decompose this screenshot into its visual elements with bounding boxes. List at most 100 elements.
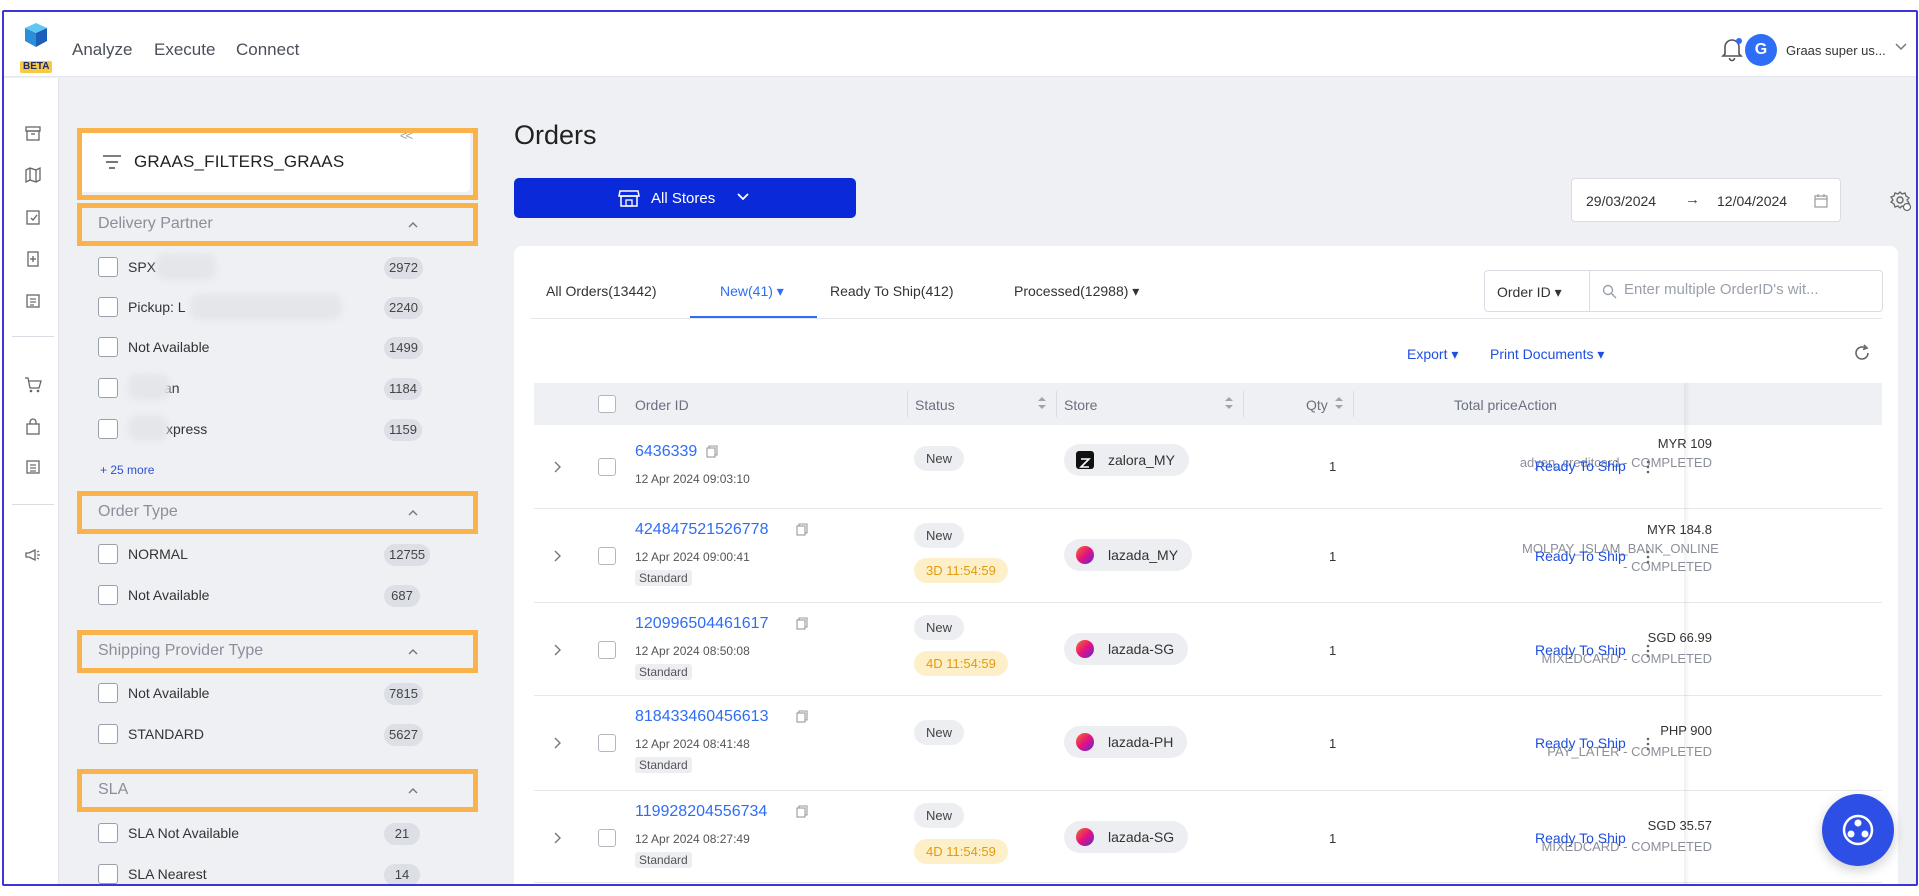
checkbox[interactable] <box>98 419 118 439</box>
filter-option[interactable]: NORMAL 12755 <box>98 543 431 567</box>
option-label: SLA Nearest <box>128 866 207 882</box>
row-checkbox[interactable] <box>598 458 616 476</box>
megaphone-icon[interactable] <box>24 546 42 564</box>
table-row[interactable]: 120996504461617 12 Apr 2024 08:50:08 Sta… <box>534 603 1882 696</box>
filter-option[interactable]: SPX 2972 <box>98 256 428 280</box>
checkbox[interactable] <box>98 297 118 317</box>
order-id-link[interactable]: 424847521526778 <box>635 521 768 539</box>
row-checkbox[interactable] <box>598 829 616 847</box>
filter-option[interactable]: Not Available 687 <box>98 584 428 608</box>
avatar[interactable]: G <box>1745 34 1777 66</box>
nav-execute[interactable]: Execute <box>154 40 215 60</box>
settings-gear-icon[interactable] <box>1890 190 1912 212</box>
nav-analyze[interactable]: Analyze <box>72 40 132 60</box>
date-range-picker[interactable]: 29/03/2024 → 12/04/2024 <box>1571 178 1841 222</box>
assistant-chat-button[interactable] <box>1822 794 1894 866</box>
select-all-checkbox[interactable] <box>598 395 616 413</box>
more-options-icon[interactable] <box>1646 644 1650 658</box>
sort-icon[interactable] <box>1334 395 1344 411</box>
table-row[interactable]: 6436339 12 Apr 2024 09:03:10 New zalora_… <box>534 425 1882 509</box>
ready-to-ship-button[interactable]: Ready To Ship <box>1535 642 1626 658</box>
show-more-link[interactable]: + 25 more <box>100 463 154 477</box>
table-row[interactable]: 119928204556734 12 Apr 2024 08:27:49 Sta… <box>534 791 1882 883</box>
checkbox[interactable] <box>98 724 118 744</box>
search-input[interactable] <box>1624 281 1874 298</box>
row-checkbox[interactable] <box>598 641 616 659</box>
checkbox[interactable] <box>98 823 118 843</box>
checkbox[interactable] <box>98 544 118 564</box>
report-icon[interactable] <box>24 458 42 476</box>
col-total-price[interactable]: Total price <box>1454 397 1518 413</box>
chevron-right-icon[interactable] <box>552 460 562 474</box>
col-order-id[interactable]: Order ID <box>635 397 689 413</box>
order-id-link[interactable]: 119928204556734 <box>635 803 767 821</box>
app-frame: BETA Analyze Execute Connect G Graas sup… <box>2 10 1918 886</box>
print-documents-button[interactable]: Print Documents ▾ <box>1490 346 1604 363</box>
more-options-icon[interactable] <box>1646 550 1650 564</box>
bell-icon[interactable] <box>1720 36 1744 62</box>
map-icon[interactable] <box>24 166 42 184</box>
more-options-icon[interactable] <box>1646 460 1650 474</box>
bag-icon[interactable] <box>24 418 42 436</box>
user-name[interactable]: Graas super us... <box>1786 43 1886 58</box>
copy-icon[interactable] <box>706 445 718 458</box>
list-icon[interactable] <box>24 292 42 310</box>
checkbox[interactable] <box>98 337 118 357</box>
chevron-right-icon[interactable] <box>552 831 562 845</box>
chevron-right-icon[interactable] <box>552 643 562 657</box>
app-logo[interactable]: BETA <box>18 20 54 73</box>
col-store[interactable]: Store <box>1064 397 1097 413</box>
tab-new[interactable]: New(41) ▾ <box>720 283 784 300</box>
chevron-right-icon[interactable] <box>552 736 562 750</box>
cart-icon[interactable] <box>24 376 42 394</box>
copy-icon[interactable] <box>796 805 808 818</box>
chevron-right-icon[interactable] <box>552 549 562 563</box>
archive-icon[interactable] <box>24 124 42 142</box>
copy-icon[interactable] <box>796 710 808 723</box>
search-field-select[interactable]: Order ID ▾ <box>1484 270 1590 312</box>
checkbox[interactable] <box>98 683 118 703</box>
checklist-icon[interactable] <box>24 208 42 226</box>
col-status[interactable]: Status <box>915 397 955 413</box>
filter-option[interactable]: Not Available 1499 <box>98 336 428 360</box>
checkbox[interactable] <box>98 378 118 398</box>
row-checkbox[interactable] <box>598 547 616 565</box>
ready-to-ship-button[interactable]: Ready To Ship <box>1535 458 1626 474</box>
sort-icon[interactable] <box>1037 395 1047 411</box>
ready-to-ship-button[interactable]: Ready To Ship <box>1535 830 1626 846</box>
tab-processed[interactable]: Processed(12988) ▾ <box>1014 283 1139 300</box>
export-button[interactable]: Export ▾ <box>1407 346 1458 363</box>
order-id-link[interactable]: 818433460456613 <box>635 708 768 726</box>
row-checkbox[interactable] <box>598 734 616 752</box>
copy-icon[interactable] <box>796 617 808 630</box>
chevron-down-icon[interactable] <box>1894 42 1908 52</box>
filter-option[interactable]: Not Available 7815 <box>98 682 428 706</box>
filter-option[interactable]: STANDARD 5627 <box>98 723 428 747</box>
ready-to-ship-button[interactable]: Ready To Ship <box>1535 548 1626 564</box>
order-id-link[interactable]: 6436339 <box>635 443 697 461</box>
table-row[interactable]: 818433460456613 12 Apr 2024 08:41:48 Sta… <box>534 696 1882 791</box>
copy-icon[interactable] <box>796 523 808 536</box>
all-stores-button[interactable]: All Stores <box>514 178 856 218</box>
tab-ready-to-ship[interactable]: Ready To Ship(412) <box>830 283 953 299</box>
nav-connect[interactable]: Connect <box>236 40 299 60</box>
order-id-link[interactable]: 120996504461617 <box>635 615 768 633</box>
sort-icon[interactable] <box>1224 395 1234 411</box>
table-row[interactable]: 424847521526778 12 Apr 2024 09:00:41 Sta… <box>534 509 1882 603</box>
more-options-icon[interactable] <box>1646 737 1650 751</box>
checkbox[interactable] <box>98 585 118 605</box>
date-from[interactable]: 29/03/2024 <box>1586 193 1656 209</box>
zalora-store-icon <box>1076 451 1094 469</box>
checkbox[interactable] <box>98 864 118 884</box>
tab-all-orders[interactable]: All Orders(13442) <box>546 283 657 299</box>
status-badge: New <box>914 523 965 548</box>
filter-option[interactable]: SLA Nearest 14 <box>98 863 428 884</box>
checkbox[interactable] <box>98 257 118 277</box>
col-qty[interactable]: Qty <box>1306 397 1328 413</box>
filter-option[interactable]: SLA Not Available 21 <box>98 822 428 846</box>
document-add-icon[interactable] <box>24 250 42 268</box>
refresh-icon[interactable] <box>1852 343 1872 363</box>
date-to[interactable]: 12/04/2024 <box>1717 193 1787 209</box>
order-id-search[interactable] <box>1589 270 1883 312</box>
ready-to-ship-button[interactable]: Ready To Ship <box>1535 735 1626 751</box>
